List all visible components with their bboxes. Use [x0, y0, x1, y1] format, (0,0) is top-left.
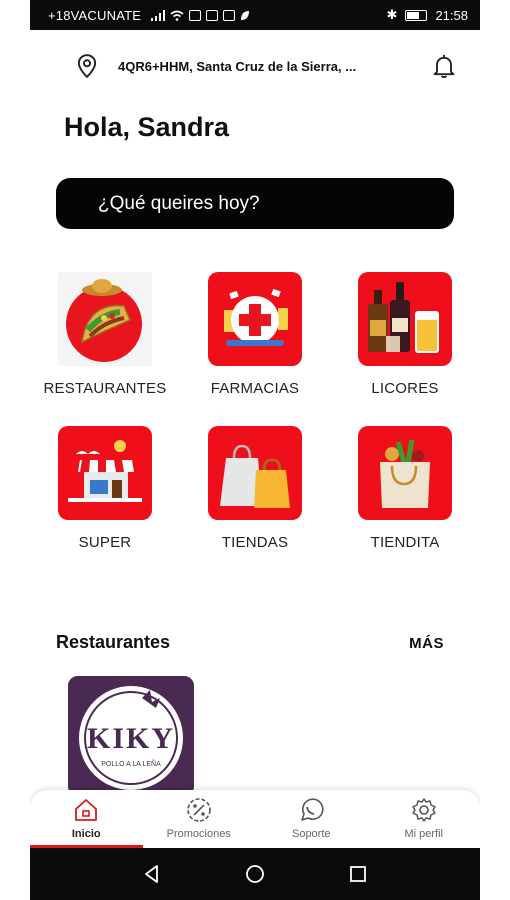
liquor-bottles-icon — [358, 272, 452, 366]
delivery-address[interactable]: 4QR6+HHM, Santa Cruz de la Sierra, ... — [118, 59, 430, 74]
category-licores[interactable]: LICORES — [330, 272, 480, 397]
restaurant-logo-tagline: POLLO A LA LEÑA — [101, 759, 161, 768]
signal-icon — [151, 9, 166, 21]
nav-label: Promociones — [166, 828, 231, 840]
category-label: TIENDITA — [370, 534, 440, 551]
app-screen: +18VACUNATE ✱ 21:58 4QR6+HHM, Santa Cruz… — [30, 0, 480, 900]
system-navigation-bar — [30, 848, 480, 900]
category-label: SUPER — [78, 534, 132, 551]
category-label: LICORES — [371, 380, 439, 397]
shopping-bags-icon — [208, 426, 302, 520]
home-icon — [75, 799, 98, 821]
discount-icon — [186, 798, 211, 822]
bell-icon[interactable] — [430, 52, 458, 80]
gear-icon — [412, 798, 436, 822]
nav-inicio[interactable]: Inicio — [30, 790, 143, 848]
category-label: TIENDAS — [221, 534, 289, 551]
taco-icon — [58, 272, 152, 366]
nav-label: Soporte — [291, 828, 331, 840]
wifi-icon — [170, 10, 184, 21]
nav-mi-perfil[interactable]: Mi perfil — [368, 790, 481, 848]
nav-soporte[interactable]: Soporte — [255, 790, 368, 848]
bluetooth-icon: ✱ — [386, 7, 398, 22]
category-super[interactable]: SUPER — [30, 426, 180, 551]
restaurant-logo-text: KIKY — [87, 722, 175, 755]
nav-label: Inicio — [71, 828, 101, 840]
category-tiendas[interactable]: TIENDAS — [180, 426, 330, 551]
search-bar[interactable]: ¿Qué queires hoy? — [56, 178, 454, 229]
more-link[interactable]: MÁS — [409, 635, 444, 652]
youtube-icon — [223, 9, 236, 21]
category-label: FARMACIAS — [210, 380, 300, 397]
instagram-icon — [189, 9, 202, 21]
whatsapp-icon — [301, 798, 324, 821]
restaurant-card-kiky[interactable]: KIKY POLLO A LA LEÑA — [68, 676, 194, 796]
bottom-navigation: Inicio Promociones Soporte Mi perfil — [30, 790, 480, 848]
battery-icon — [405, 9, 428, 21]
home-circle-icon[interactable] — [244, 863, 266, 885]
recents-icon[interactable] — [347, 863, 369, 885]
nav-label: Mi perfil — [404, 828, 443, 840]
category-label: RESTAURANTES — [43, 380, 167, 397]
restaurants-section-title: Restaurantes — [56, 632, 171, 652]
search-placeholder: ¿Qué queires hoy? — [98, 192, 260, 214]
location-header: 4QR6+HHM, Santa Cruz de la Sierra, ... — [30, 30, 480, 102]
category-restaurantes[interactable]: RESTAURANTES — [30, 272, 180, 397]
status-bar: +18VACUNATE ✱ 21:58 — [30, 0, 480, 30]
leaf-icon — [241, 10, 250, 20]
clock: 21:58 — [435, 7, 468, 23]
nav-promociones[interactable]: Promociones — [143, 790, 256, 848]
mail-icon — [206, 9, 219, 21]
category-tiendita[interactable]: TIENDITA — [330, 426, 480, 551]
map-pin-icon[interactable] — [74, 53, 100, 79]
pharmacy-cross-icon — [208, 272, 302, 366]
greeting-title: Hola, Sandra — [64, 112, 230, 142]
carrier-label: +18VACUNATE — [48, 7, 142, 23]
grocery-bag-icon — [358, 426, 452, 520]
back-icon[interactable] — [141, 863, 163, 885]
storefront-icon — [58, 426, 152, 520]
category-farmacias[interactable]: FARMACIAS — [180, 272, 330, 397]
